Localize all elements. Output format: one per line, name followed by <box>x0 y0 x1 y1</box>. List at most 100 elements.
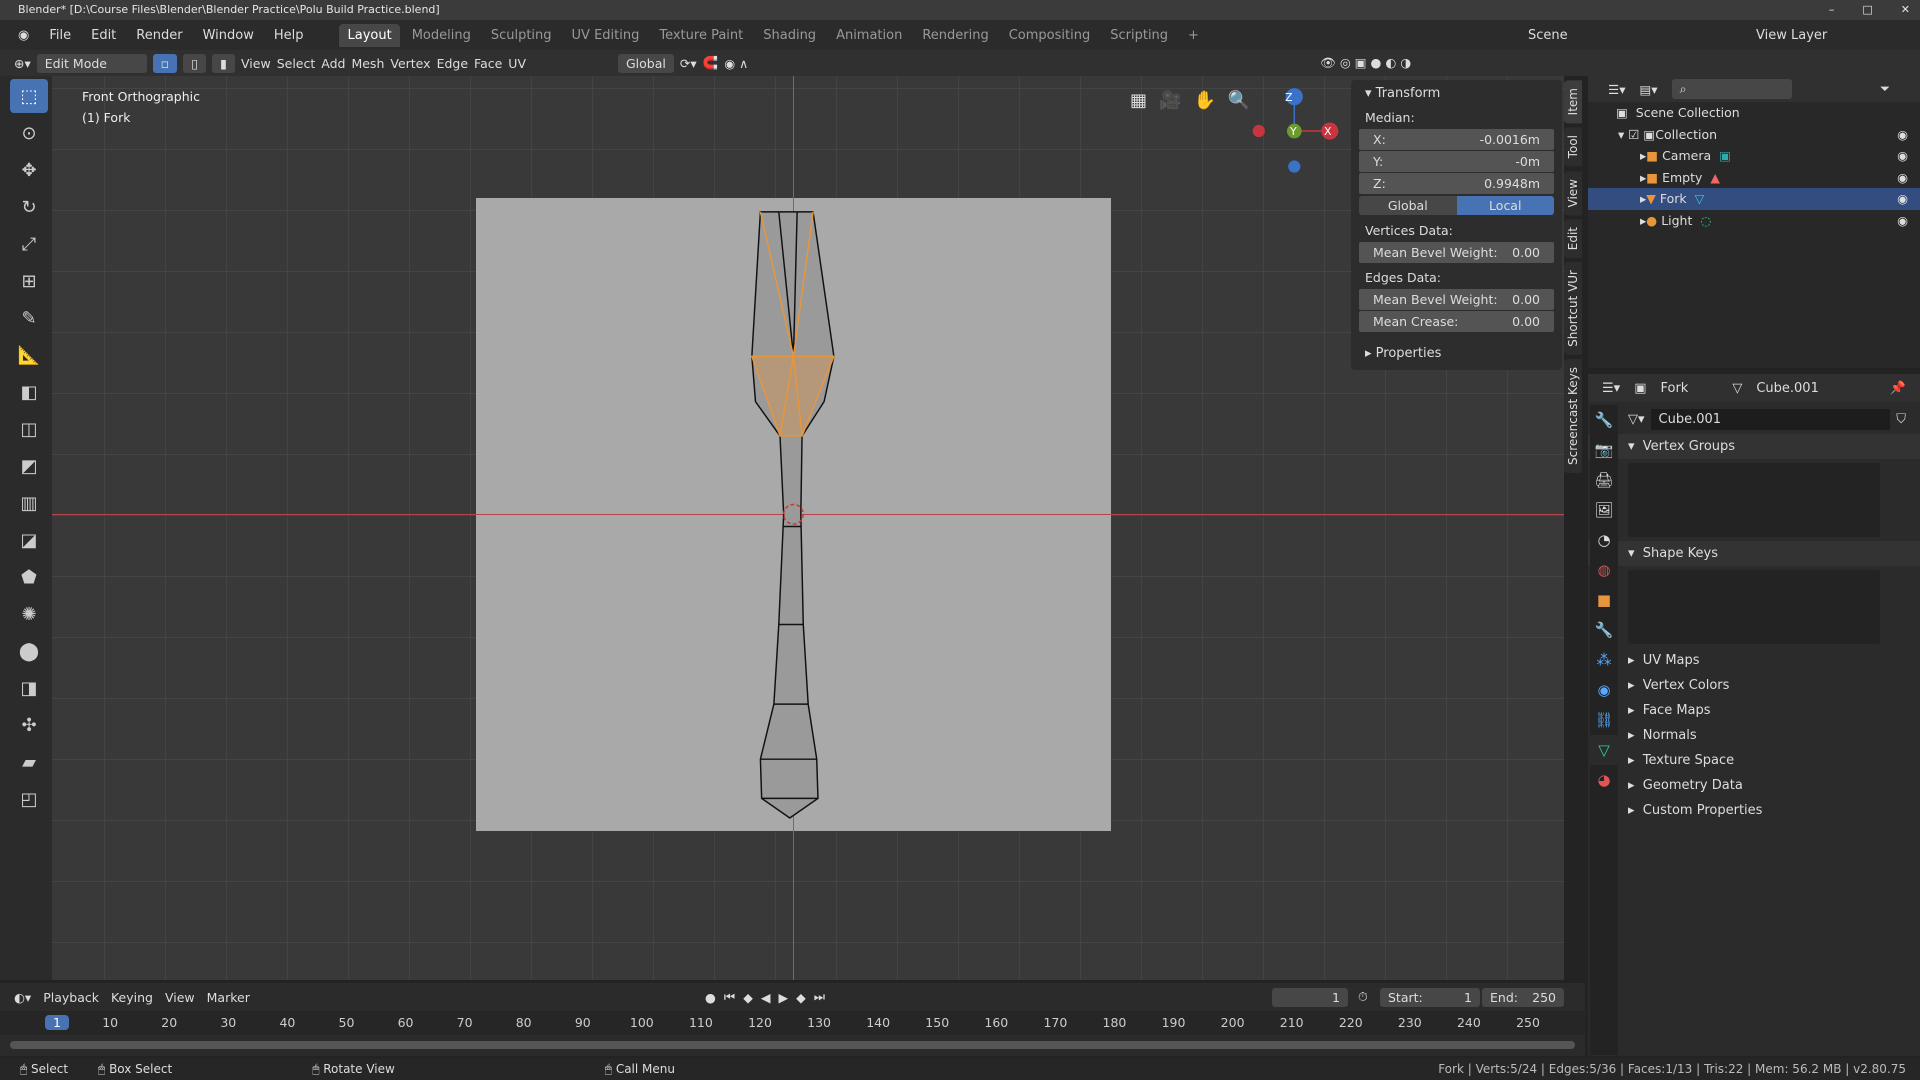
outliner-item-empty[interactable]: ▸ ■ Empty ▲ ◉ <box>1588 167 1920 189</box>
tab-tool[interactable]: Tool <box>1564 127 1582 167</box>
tab-view[interactable]: View <box>1564 170 1582 216</box>
vertex-groups-header[interactable]: ▾ Vertex Groups <box>1588 434 1920 459</box>
timeline-scrollbar[interactable] <box>10 1041 1575 1049</box>
eye-icon[interactable]: ◉ <box>1897 127 1908 142</box>
object-tab-icon[interactable]: ■ <box>1590 585 1618 615</box>
current-frame-field[interactable]: 1 <box>1272 987 1348 1007</box>
particles-tab-icon[interactable]: ⁂ <box>1590 645 1618 675</box>
texture-space-header[interactable]: ▸ Texture Space <box>1588 748 1920 773</box>
shape-keys-list[interactable] <box>1628 570 1880 644</box>
shape-keys-header[interactable]: ▾ Shape Keys <box>1588 541 1920 566</box>
light-data-icon[interactable]: ◌ <box>1700 213 1711 228</box>
frame-tick: 210 <box>1279 1015 1304 1030</box>
image-data-icon[interactable]: ▲ <box>1710 170 1720 185</box>
timeline-editor-icon[interactable]: ◐▾ <box>14 990 31 1005</box>
outliner-scene-collection[interactable]: ▣ Scene Collection <box>1588 102 1920 124</box>
timeline-view-menu[interactable]: View <box>165 990 195 1005</box>
start-frame-field[interactable]: Start: 1 <box>1380 987 1480 1007</box>
gizmo-z-label[interactable]: Z <box>1285 91 1293 104</box>
record-icon[interactable]: ● <box>705 990 716 1005</box>
camera-view-icon[interactable]: 🎥 <box>1159 90 1181 111</box>
scene-tab-icon[interactable]: ◔ <box>1590 525 1618 555</box>
pin-icon[interactable]: 📌 <box>1890 381 1906 396</box>
mesh-data-icon[interactable]: ▽ <box>1695 191 1705 206</box>
vertex-groups-title: Vertex Groups <box>1642 439 1736 454</box>
next-keyframe-icon[interactable]: ◆ <box>796 990 806 1005</box>
eye-icon[interactable]: ◉ <box>1897 170 1908 185</box>
normals-header[interactable]: ▸ Normals <box>1588 723 1920 748</box>
world-tab-icon[interactable]: ◍ <box>1590 555 1618 585</box>
play-icon[interactable]: ▶ <box>778 990 788 1005</box>
outliner-search-input[interactable]: ⌕ <box>1671 79 1792 99</box>
local-toggle[interactable]: Local <box>1456 196 1554 215</box>
gizmo-y-label[interactable]: Y <box>1290 125 1297 138</box>
median-y-field[interactable]: Y: -0m <box>1359 151 1554 172</box>
tab-screencast-keys[interactable]: Screencast Keys <box>1564 359 1582 474</box>
tab-item[interactable]: Item <box>1564 80 1582 124</box>
vertex-bevel-weight-field[interactable]: Mean Bevel Weight: 0.00 <box>1359 242 1554 263</box>
outliner-item-light[interactable]: ▸ ● Light ◌ ◉ <box>1588 210 1920 232</box>
jump-start-icon[interactable]: ⏮ <box>724 989 735 1005</box>
prev-keyframe-icon[interactable]: ◆ <box>743 990 753 1005</box>
eye-icon[interactable]: ◉ <box>1897 213 1908 228</box>
fake-user-shield-icon[interactable]: ⛉ <box>1896 412 1906 427</box>
transform-header[interactable]: ▾ Transform <box>1351 80 1562 104</box>
gizmo-x-label[interactable]: X <box>1324 125 1332 138</box>
mesh-data-tab-icon[interactable]: ▽ <box>1590 735 1618 765</box>
median-x-field[interactable]: X: -0.0016m <box>1359 129 1554 150</box>
marker-menu[interactable]: Marker <box>207 990 250 1005</box>
frame-tick: 70 <box>456 1015 473 1030</box>
frame-tick: 240 <box>1456 1015 1481 1030</box>
grid-toggle-icon[interactable]: ▦ <box>1130 90 1147 111</box>
eye-icon[interactable]: ◉ <box>1897 148 1908 163</box>
outliner-editor-icon[interactable]: ☰▾ <box>1608 82 1625 97</box>
constraints-tab-icon[interactable]: ⛓ <box>1590 705 1618 735</box>
tab-edit[interactable]: Edit <box>1564 219 1582 259</box>
median-z-field[interactable]: Z: 0.9948m <box>1359 173 1554 194</box>
keying-menu[interactable]: Keying <box>111 990 153 1005</box>
output-tab-icon[interactable]: 🖨 <box>1590 465 1618 495</box>
tool-tab-icon[interactable]: 🔧 <box>1590 405 1618 435</box>
tab-shortcut-vur[interactable]: Shortcut VUr <box>1564 262 1582 356</box>
outliner-collection[interactable]: ▾ ☑ ▣ Collection ◉ <box>1588 124 1920 146</box>
physics-tab-icon[interactable]: ◉ <box>1590 675 1618 705</box>
start-value: 1 <box>1464 989 1472 1005</box>
material-tab-icon[interactable]: ◕ <box>1590 765 1618 795</box>
shape-keys-title: Shape Keys <box>1642 546 1718 561</box>
vertex-colors-header[interactable]: ▸ Vertex Colors <box>1588 673 1920 698</box>
jump-end-icon[interactable]: ⏭ <box>814 989 825 1005</box>
display-mode-icon[interactable]: ▤▾ <box>1639 82 1657 97</box>
frame-ruler[interactable]: 1 10 20 30 40 50 60 70 80 90 100 110 120 130 140 150 160… <box>0 1011 1585 1035</box>
geometry-data-header[interactable]: ▸ Geometry Data <box>1588 773 1920 798</box>
current-frame-marker[interactable]: 1 <box>45 1015 69 1030</box>
uv-maps-header[interactable]: ▸ UV Maps <box>1588 648 1920 673</box>
camera-data-icon[interactable]: ▣ <box>1719 148 1731 163</box>
label: Mean Bevel Weight: <box>1373 292 1498 307</box>
properties-editor-icon[interactable]: ☰▾ <box>1602 381 1620 396</box>
mesh-datablock-field[interactable]: Cube.001 <box>1650 408 1891 430</box>
custom-properties-header[interactable]: ▸ Custom Properties <box>1588 798 1920 823</box>
stopwatch-icon[interactable]: ⏱ <box>1358 989 1368 1005</box>
median-label: Median: <box>1365 110 1415 125</box>
mesh-browse-icon[interactable]: ▽▾ <box>1628 412 1645 427</box>
view-layer-tab-icon[interactable]: 🖼 <box>1590 495 1618 525</box>
global-toggle[interactable]: Global <box>1359 196 1457 215</box>
face-maps-header[interactable]: ▸ Face Maps <box>1588 698 1920 723</box>
vertex-groups-list[interactable] <box>1628 463 1880 537</box>
properties-header[interactable]: ▸ Properties <box>1351 340 1562 364</box>
zoom-icon[interactable]: 🔍 <box>1228 90 1250 111</box>
end-frame-field[interactable]: End: 250 <box>1482 987 1564 1007</box>
playback-menu[interactable]: Playback <box>43 990 99 1005</box>
filter-icon[interactable]: ⏷ <box>1880 81 1890 97</box>
outliner-item-camera[interactable]: ▸ ■ Camera ▣ ◉ <box>1588 145 1920 167</box>
frame-tick: 50 <box>338 1015 355 1030</box>
eye-icon[interactable]: ◉ <box>1897 191 1908 206</box>
mean-crease-field[interactable]: Mean Crease: 0.00 <box>1359 311 1554 332</box>
outliner-item-fork[interactable]: ▸ ▼ Fork ▽ ◉ <box>1588 188 1920 210</box>
render-tab-icon[interactable]: 📷 <box>1590 435 1618 465</box>
edge-bevel-weight-field[interactable]: Mean Bevel Weight: 0.00 <box>1359 289 1554 310</box>
pan-hand-icon[interactable]: ✋ <box>1193 90 1215 111</box>
modifier-tab-icon[interactable]: 🔧 <box>1590 615 1618 645</box>
frame-tick: 30 <box>220 1015 237 1030</box>
play-reverse-icon[interactable]: ◀ <box>761 990 771 1005</box>
